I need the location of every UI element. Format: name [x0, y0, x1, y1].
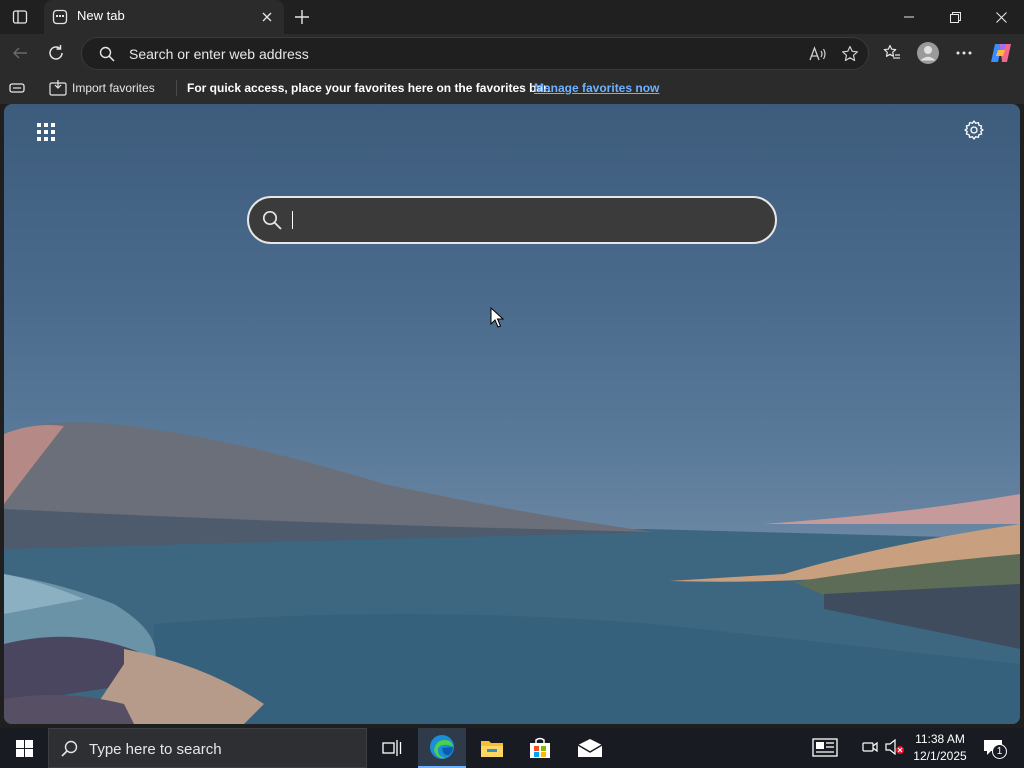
more-icon — [956, 51, 972, 55]
favorites-bar: Import favorites For quick access, place… — [0, 72, 1024, 104]
tab-title: New tab — [77, 8, 125, 23]
clock-date: 12/1/2025 — [913, 749, 967, 763]
start-button[interactable] — [0, 728, 48, 768]
copilot-button[interactable] — [986, 38, 1016, 68]
camera-icon — [862, 741, 878, 753]
title-bar: New tab — [0, 0, 1024, 34]
file-explorer-taskbar-button[interactable] — [468, 728, 516, 768]
volume-button[interactable] — [885, 739, 905, 755]
avatar — [917, 42, 939, 64]
refresh-button[interactable] — [41, 38, 71, 68]
notification-center-button[interactable]: 1 — [980, 736, 1010, 760]
address-bar[interactable]: Search or enter web address — [81, 37, 869, 70]
profile-button[interactable] — [913, 38, 943, 68]
refresh-icon — [49, 45, 63, 60]
taskbar: Type here to search 11:38 AM 12/1/2025 1 — [0, 728, 1024, 768]
navigation-toolbar: Search or enter web address — [0, 34, 1024, 72]
notification-badge: 1 — [992, 744, 1007, 759]
meet-now-button[interactable] — [862, 739, 878, 755]
web-search-box[interactable] — [247, 196, 777, 244]
search-icon — [99, 46, 115, 62]
favorites-button[interactable] — [877, 38, 907, 68]
file-explorer-icon — [481, 741, 503, 757]
microsoft-store-taskbar-button[interactable] — [516, 728, 564, 768]
news-widget-button[interactable] — [812, 736, 838, 758]
plus-icon — [295, 10, 309, 24]
news-icon — [812, 738, 838, 757]
restore-icon — [949, 11, 961, 23]
copilot-icon — [991, 44, 1011, 62]
manage-favorites-link[interactable]: Manage favorites now — [534, 81, 659, 95]
star-icon — [842, 45, 858, 62]
page-settings-button[interactable] — [962, 118, 986, 142]
tab-actions-button[interactable] — [4, 4, 36, 30]
mouse-pointer-icon — [490, 307, 504, 328]
back-arrow-icon — [13, 47, 27, 59]
mail-icon — [577, 739, 603, 757]
close-icon — [262, 12, 272, 22]
settings-and-more-button[interactable] — [949, 38, 979, 68]
favorites-bar-message: For quick access, place your favorites h… — [187, 81, 551, 95]
collections-button[interactable] — [8, 80, 26, 96]
task-view-icon — [382, 740, 402, 756]
microsoft-store-icon — [530, 737, 550, 758]
back-button[interactable] — [5, 38, 35, 68]
text-cursor — [292, 211, 293, 229]
read-aloud-icon — [809, 46, 826, 61]
apps-launcher-button[interactable] — [34, 120, 58, 144]
restore-button[interactable] — [932, 0, 978, 34]
search-icon — [262, 210, 282, 230]
tab-new-tab[interactable]: New tab — [44, 0, 284, 34]
gear-icon — [964, 120, 984, 140]
close-tab-button[interactable] — [256, 7, 278, 27]
import-icon — [49, 80, 67, 96]
taskbar-search-placeholder: Type here to search — [89, 741, 222, 758]
taskbar-search-box[interactable]: Type here to search — [48, 728, 367, 768]
tab-actions-icon — [12, 10, 28, 24]
add-favorite-button[interactable] — [838, 42, 862, 66]
close-icon — [995, 11, 1007, 23]
import-favorites-label: Import favorites — [72, 81, 155, 95]
windows-logo-icon — [15, 739, 33, 757]
collections-icon — [9, 83, 25, 93]
app-launcher-grid-icon — [37, 123, 55, 141]
volume-muted-icon — [885, 739, 904, 755]
mail-taskbar-button[interactable] — [566, 728, 614, 768]
read-aloud-button[interactable] — [806, 42, 830, 66]
divider — [176, 80, 177, 96]
favorites-list-icon — [883, 44, 900, 59]
new-tab-button[interactable] — [288, 4, 316, 30]
new-tab-page-icon — [52, 9, 68, 25]
edge-taskbar-button[interactable] — [418, 728, 466, 768]
minimize-button[interactable] — [886, 0, 932, 34]
system-clock[interactable]: 11:38 AM 12/1/2025 — [908, 731, 972, 765]
address-input[interactable]: Search or enter web address — [129, 46, 309, 62]
minimize-icon — [904, 16, 914, 18]
new-tab-page — [4, 104, 1020, 724]
search-icon — [61, 740, 78, 757]
clock-time: 11:38 AM — [915, 732, 965, 746]
import-favorites-button[interactable]: Import favorites — [48, 77, 163, 99]
edge-icon — [430, 735, 454, 759]
task-view-button[interactable] — [368, 728, 416, 768]
close-window-button[interactable] — [978, 0, 1024, 34]
